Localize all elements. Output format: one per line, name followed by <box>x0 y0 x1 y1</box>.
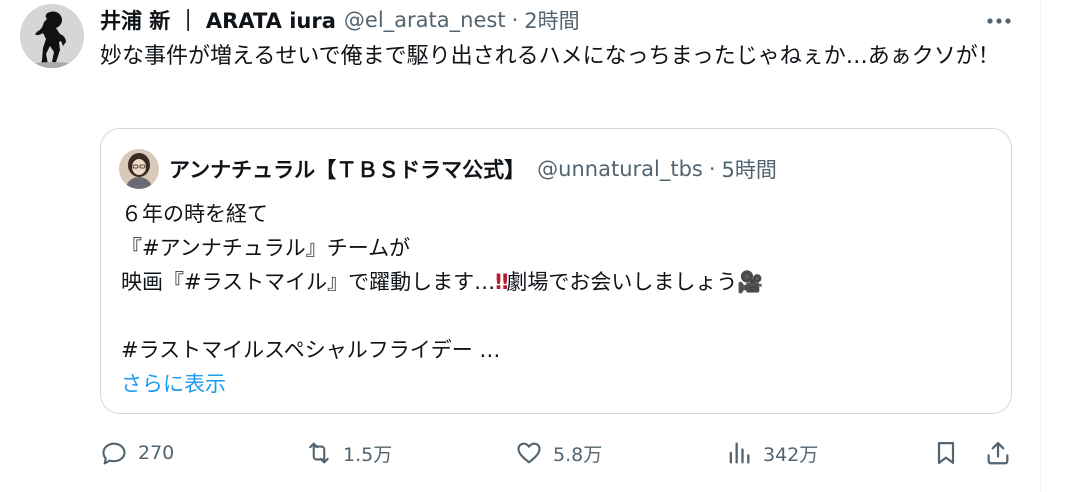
bookmark-button[interactable] <box>932 433 960 473</box>
reply-count: 270 <box>138 442 175 464</box>
more-options-button[interactable] <box>982 8 1016 34</box>
views-icon <box>729 442 750 464</box>
author-avatar-image <box>20 4 84 68</box>
views-count: 342万 <box>763 443 819 466</box>
double-exclamation-emoji: ‼ <box>495 270 508 294</box>
time-separator: · <box>511 8 519 32</box>
tweet-actions: 270 1.5万 5.8万 342万 <box>100 433 1020 473</box>
quote-blank-line <box>121 299 991 333</box>
quote-author-name[interactable]: アンナチュラル【ＴＢＳドラマ公式】 <box>169 154 525 184</box>
quote-time[interactable]: 5時間 <box>722 154 777 184</box>
quote-line-3-text-b: 劇場でお会いしましょう <box>506 270 738 294</box>
more-horizontal-icon <box>987 18 1011 24</box>
quote-author-handle[interactable]: @unnatural_tbs <box>537 157 703 181</box>
quote-line-3-text: 映画『#ラストマイル』で躍動します… <box>121 270 496 294</box>
tweet-time[interactable]: 2時間 <box>524 5 579 35</box>
author-avatar[interactable] <box>20 4 84 68</box>
quote-line-4: #ラストマイルスペシャルフライデー … <box>121 338 501 362</box>
heart-icon <box>517 442 541 464</box>
share-icon <box>987 441 1009 465</box>
like-count: 5.8万 <box>553 443 603 466</box>
quote-line-2: 『#アンナチュラル』チーム​が <box>121 236 411 260</box>
quote-text: ６年の時を経て 『#アンナチュラル』チーム​が 映画『#ラストマイル』で躍動しま… <box>121 197 991 401</box>
show-more-link[interactable]: さらに表示 <box>121 367 991 401</box>
quote-time-separator: · <box>708 157 716 181</box>
quote-tweet-card[interactable]: アンナチュラル【ＴＢＳドラマ公式】 @unnatural_tbs · 5時間 ６… <box>100 128 1012 414</box>
quote-avatar-image <box>119 149 159 189</box>
timeline-border <box>1040 0 1041 492</box>
bookmark-icon <box>937 441 955 465</box>
retweet-button[interactable]: 1.5万 <box>305 433 392 473</box>
author-name[interactable]: 井浦 新 ｜ ARATA iura <box>100 5 336 35</box>
quote-line-3: 映画『#ラストマイル』で躍動します…‼劇場でお会いしましょう🎥 <box>121 265 991 299</box>
reply-button[interactable]: 270 <box>100 433 174 473</box>
retweet-count: 1.5万 <box>343 443 393 466</box>
quote-line-1: ６年の時を経て <box>121 202 268 226</box>
movie-camera-emoji: 🎥 <box>737 270 764 294</box>
share-button[interactable] <box>984 433 1012 473</box>
reply-icon <box>102 442 126 465</box>
retweet-icon <box>309 442 329 464</box>
author-handle[interactable]: @el_arata_nest <box>344 8 506 32</box>
like-button[interactable]: 5.8万 <box>515 433 602 473</box>
views-button[interactable]: 342万 <box>725 433 818 473</box>
quote-header: アンナチュラル【ＴＢＳドラマ公式】 @unnatural_tbs · 5時間 <box>169 153 777 185</box>
tweet-text: 妙な事件が増えるせいで俺まで駆り出されるハメになっちまったじゃねぇか…あぁクソが… <box>100 44 1000 69</box>
tweet-header: 井浦 新 ｜ ARATA iura @el_arata_nest · 2時間 <box>100 6 580 34</box>
quote-author-avatar[interactable] <box>119 149 159 189</box>
